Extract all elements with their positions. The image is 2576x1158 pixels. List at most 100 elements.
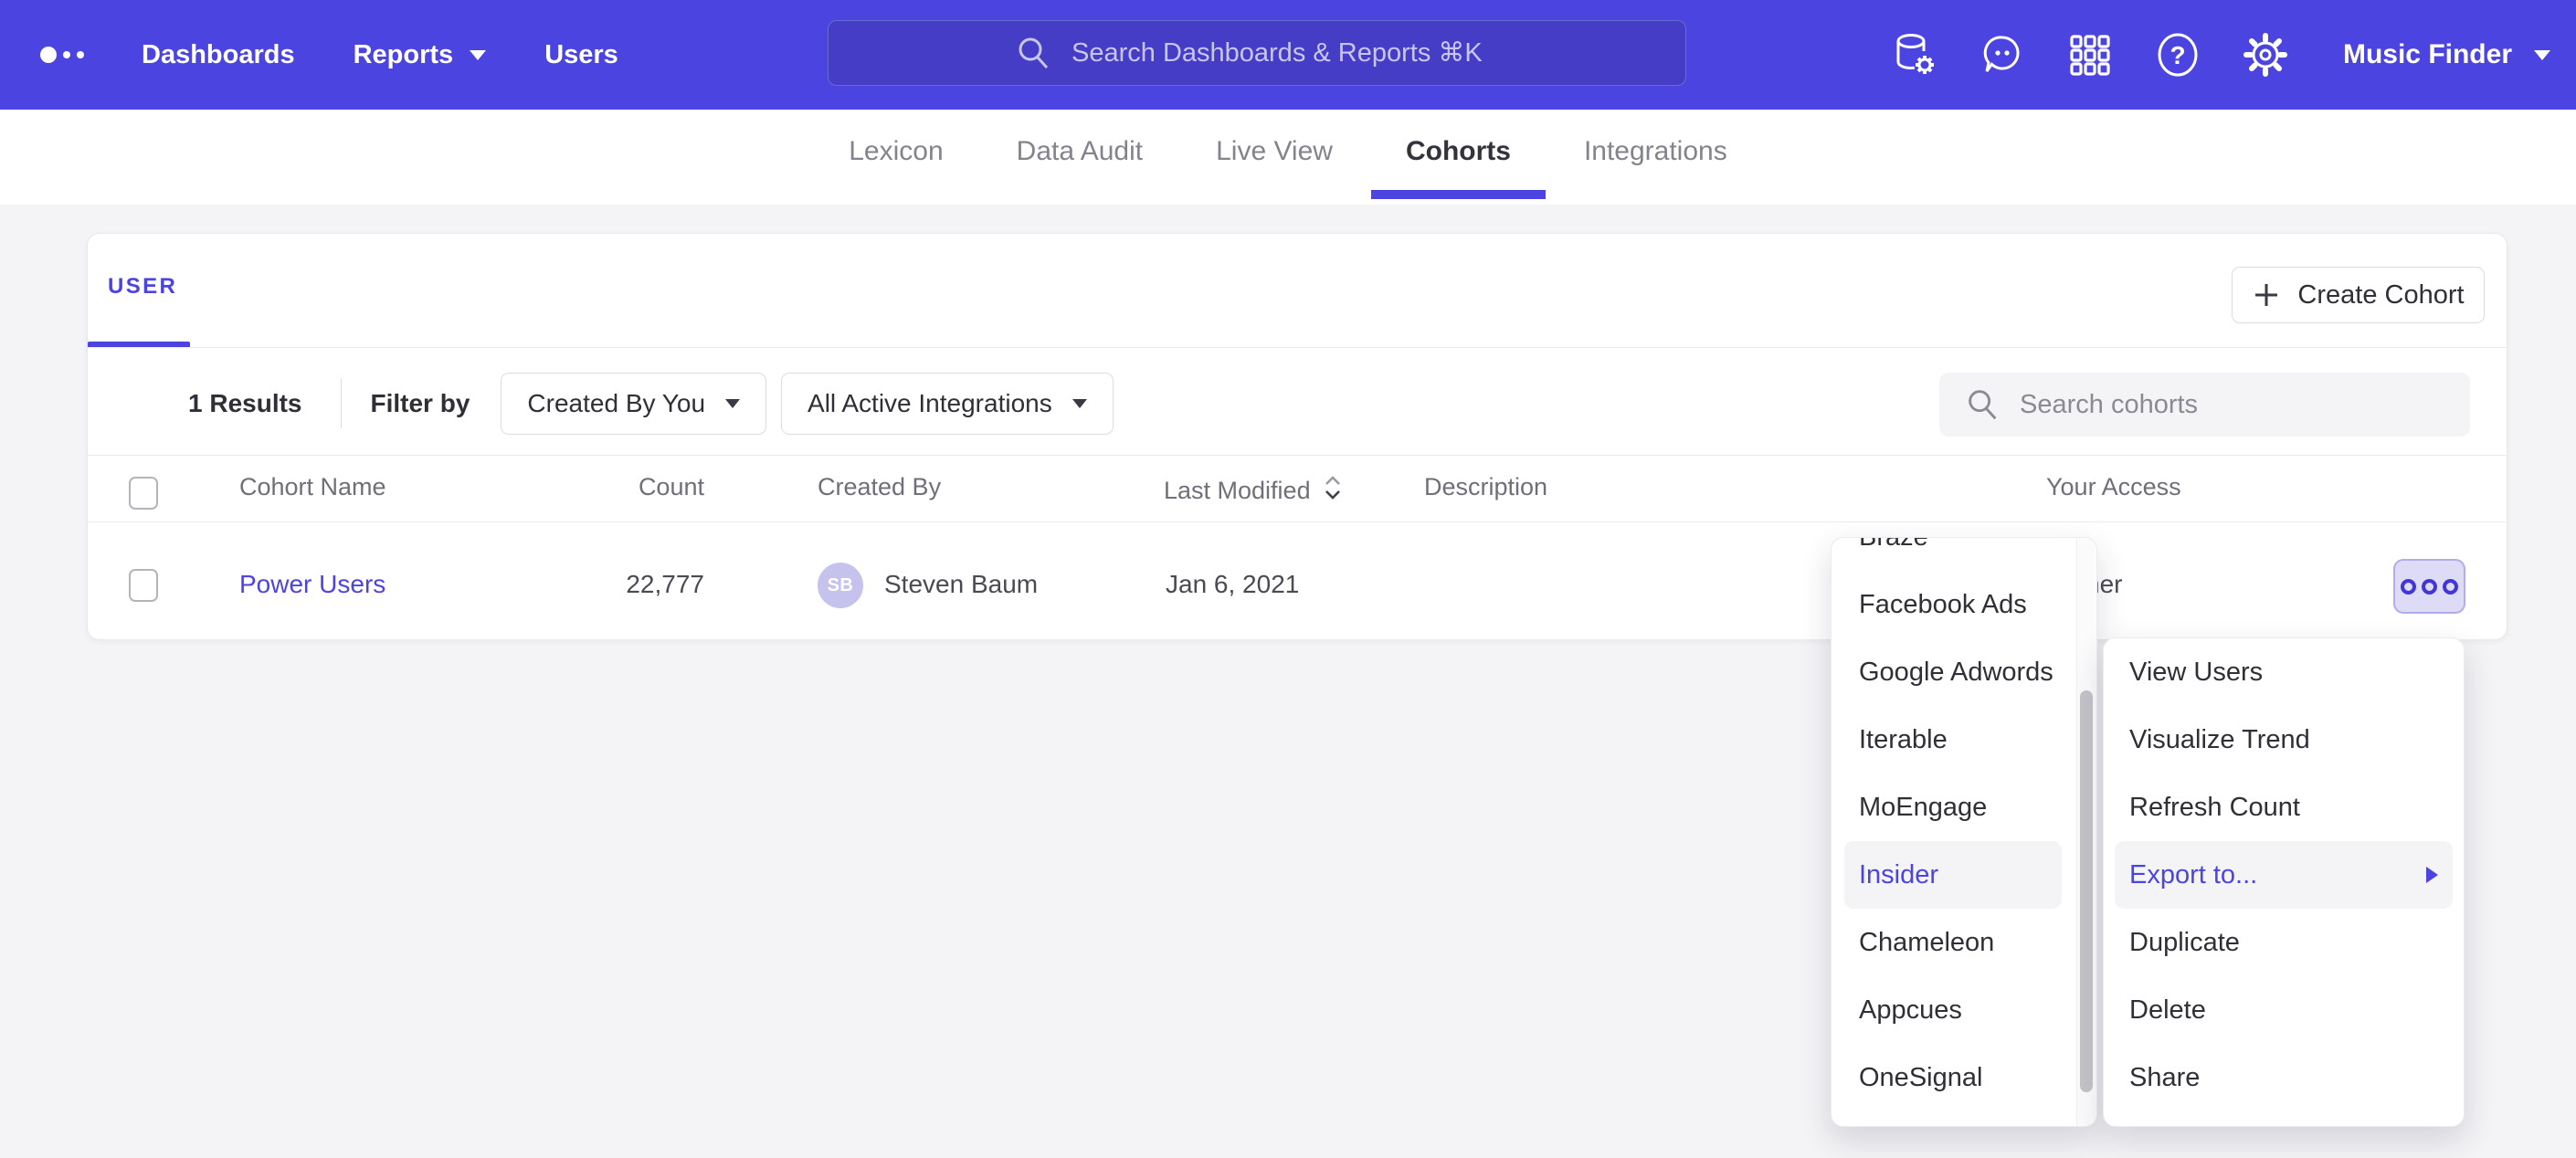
chevron-down-icon: [2534, 50, 2550, 60]
tab-lexicon[interactable]: Lexicon: [849, 104, 943, 199]
menu-item-share[interactable]: Share: [2115, 1044, 2453, 1111]
select-all-checkbox[interactable]: [129, 477, 158, 510]
project-switcher[interactable]: Music Finder: [2343, 39, 2550, 70]
tab-live-view[interactable]: Live View: [1216, 104, 1333, 199]
gear-icon: [2242, 31, 2289, 79]
logo-dot-icon: [77, 51, 84, 58]
chevron-down-icon: [1072, 399, 1087, 408]
column-header-created-by: Created By: [818, 473, 941, 501]
data-management-button[interactable]: [1890, 30, 1939, 79]
cohort-search-input[interactable]: [2020, 390, 2446, 420]
secondary-nav-tabs: Lexicon Data Audit Live View Cohorts Int…: [0, 110, 2576, 205]
create-cohort-button[interactable]: Create Cohort: [2232, 267, 2485, 323]
nav-reports-label: Reports: [354, 40, 454, 70]
column-header-your-access: Your Access: [2046, 473, 2181, 501]
cohorts-card: USER Create Cohort 1 Results Filter by C…: [87, 233, 2507, 640]
menu-item-chameleon[interactable]: Chameleon: [1844, 909, 2062, 976]
chevron-down-icon: [470, 50, 486, 60]
project-name: Music Finder: [2343, 39, 2512, 70]
tab-user-cohorts[interactable]: USER: [108, 274, 177, 300]
svg-text:?: ?: [2170, 41, 2185, 69]
feedback-button[interactable]: [1978, 30, 2027, 79]
nav-dashboards-label: Dashboards: [142, 40, 295, 70]
last-modified-label: Last Modified: [1164, 477, 1311, 504]
context-menu-list: View Users Visualize Trend Refresh Count…: [2104, 638, 2464, 1111]
global-search-input[interactable]: [1072, 38, 1501, 68]
mixpanel-logo[interactable]: [40, 0, 84, 110]
sort-icon[interactable]: [1322, 473, 1344, 509]
search-icon: [1013, 33, 1053, 73]
last-modified-date: Jan 6, 2021: [1166, 570, 1299, 599]
row-context-menu: View Users Visualize Trend Refresh Count…: [2103, 637, 2465, 1127]
menu-item-iterable[interactable]: Iterable: [1844, 706, 2062, 774]
cohort-count: 22,777: [522, 570, 704, 599]
menu-item-duplicate[interactable]: Duplicate: [2115, 909, 2453, 976]
menu-item-delete[interactable]: Delete: [2115, 976, 2453, 1044]
scrollbar-thumb[interactable]: [2080, 690, 2093, 1092]
integrations-filter-label: All Active Integrations: [808, 389, 1052, 418]
tab-data-audit[interactable]: Data Audit: [1017, 104, 1143, 199]
database-gear-icon: [1890, 30, 1939, 79]
column-header-count: Count: [522, 473, 704, 501]
nav-users-label: Users: [544, 40, 618, 70]
top-nav: Dashboards Reports Users: [0, 0, 2576, 110]
app-root: Dashboards Reports Users: [0, 0, 2576, 1158]
create-cohort-label: Create Cohort: [2297, 280, 2464, 311]
apps-button[interactable]: [2065, 30, 2115, 79]
menu-item-moengage[interactable]: MoEngage: [1844, 774, 2062, 841]
menu-item-appcues[interactable]: Appcues: [1844, 976, 2062, 1044]
created-by-name: Steven Baum: [884, 570, 1038, 599]
menu-item-insider[interactable]: Insider: [1844, 841, 2062, 909]
divider: [88, 521, 2507, 522]
help-button[interactable]: ?: [2153, 30, 2202, 79]
export-to-label: Export to...: [2129, 860, 2257, 890]
nav-dashboards[interactable]: Dashboards: [142, 40, 295, 70]
avatar: SB: [818, 563, 863, 608]
menu-item-export-to[interactable]: Export to...: [2115, 841, 2453, 909]
apps-grid-icon: [2066, 31, 2114, 79]
column-header-last-modified[interactable]: Last Modified: [1164, 473, 1344, 509]
primary-nav-links: Dashboards Reports Users: [142, 0, 618, 110]
nav-reports[interactable]: Reports: [354, 40, 487, 70]
top-nav-right: ? Music Finder: [1890, 0, 2550, 110]
tab-integrations[interactable]: Integrations: [1584, 104, 1727, 199]
column-header-description: Description: [1424, 473, 1547, 501]
logo-dot-icon: [63, 51, 70, 58]
ellipsis-dot-icon: [2422, 579, 2437, 595]
divider: [341, 379, 342, 428]
menu-item-refresh-count[interactable]: Refresh Count: [2115, 774, 2453, 841]
results-count: 1 Results: [188, 389, 302, 418]
menu-item-visualize-trend[interactable]: Visualize Trend: [2115, 706, 2453, 774]
integrations-filter[interactable]: All Active Integrations: [781, 373, 1114, 435]
menu-item-onesignal[interactable]: OneSignal: [1844, 1044, 2062, 1111]
cohort-name-link[interactable]: Power Users: [239, 570, 385, 599]
menu-item-braze[interactable]: Braze: [1844, 537, 2062, 571]
global-search[interactable]: [828, 20, 1686, 86]
ellipsis-dot-icon: [2401, 579, 2416, 595]
divider: [88, 455, 2507, 456]
cohort-search[interactable]: [1939, 373, 2470, 437]
menu-item-facebook-ads[interactable]: Facebook Ads: [1844, 571, 2062, 638]
created-by-filter[interactable]: Created By You: [501, 373, 766, 435]
export-submenu: Braze Facebook Ads Google Adwords Iterab…: [1831, 537, 2097, 1127]
tab-cohorts[interactable]: Cohorts: [1406, 104, 1511, 199]
created-by-filter-label: Created By You: [527, 389, 705, 418]
filter-bar: 1 Results Filter by Created By You All A…: [188, 371, 1128, 437]
help-icon: ?: [2154, 31, 2201, 79]
nav-users[interactable]: Users: [544, 40, 618, 70]
chevron-right-icon: [2426, 867, 2438, 883]
settings-button[interactable]: [2241, 30, 2290, 79]
ellipsis-dot-icon: [2443, 579, 2458, 595]
filter-by-label: Filter by: [371, 389, 470, 418]
logo-dot-icon: [40, 47, 57, 63]
row-checkbox[interactable]: [129, 569, 158, 602]
divider: [88, 347, 2507, 348]
row-more-options-button[interactable]: [2393, 559, 2465, 614]
chat-bubble-icon: [1979, 31, 2026, 79]
menu-item-view-users[interactable]: View Users: [2115, 638, 2453, 706]
export-submenu-list: Braze Facebook Ads Google Adwords Iterab…: [1832, 537, 2075, 1111]
menu-item-google-adwords[interactable]: Google Adwords: [1844, 638, 2062, 706]
secondary-nav: Lexicon Data Audit Live View Cohorts Int…: [0, 110, 2576, 205]
plus-icon: [2252, 280, 2281, 310]
search-icon: [1963, 385, 2001, 424]
